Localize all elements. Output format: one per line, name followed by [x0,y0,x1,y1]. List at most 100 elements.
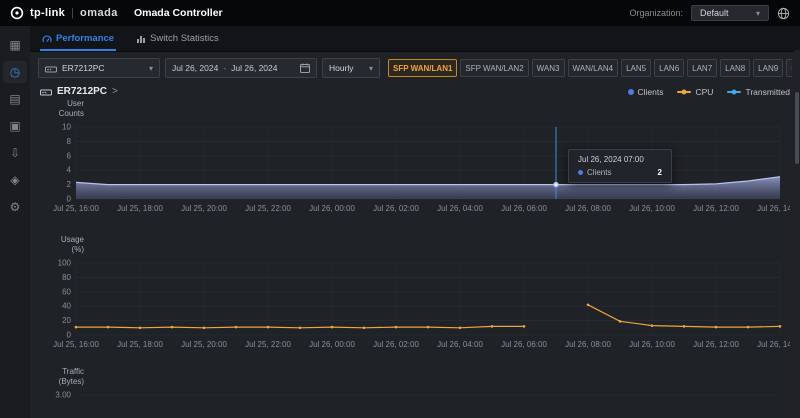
svg-text:Jul 26, 10:00: Jul 26, 10:00 [629,204,675,213]
performance-content: ER7212PC Jul 26, 2024 - Jul 26, 2024 [30,52,800,418]
date-from: Jul 26, 2024 [172,63,219,73]
user-counts-chart-section: User Counts Jul 25, 16:00 Jul 25, 18:00 Ju… [38,99,792,221]
filter-controls: ER7212PC Jul 26, 2024 - Jul 26, 2024 [38,58,792,78]
svg-text:Jul 26, 00:00: Jul 26, 00:00 [309,340,355,349]
svg-text:Jul 25, 18:00: Jul 25, 18:00 [117,204,163,213]
traffic-chart-section: Traffic (Bytes) 3.00 [38,367,792,418]
sites-icon: ▦ [9,38,21,52]
svg-text:80: 80 [62,273,71,282]
tab-performance[interactable]: Performance [40,26,117,51]
svg-text:Jul 25, 18:00: Jul 25, 18:00 [117,340,163,349]
app-title: Omada Controller [133,7,223,19]
port-button[interactable]: LAN5 [621,59,652,77]
insight-icon: ◈ [10,173,20,187]
svg-text:Jul 25, 20:00: Jul 25, 20:00 [181,204,227,213]
svg-text:Jul 26, 14:00: Jul 26, 14:00 [757,340,790,349]
date-range-picker[interactable]: Jul 26, 2024 - Jul 26, 2024 [165,58,317,78]
port-button[interactable]: LAN9 [753,59,784,77]
legend-item-cpu[interactable]: CPU [677,87,713,97]
router-icon [45,66,57,72]
brand-name: tp-link [30,7,66,19]
clients-marker-icon [627,88,634,95]
sidebar-item-clients[interactable]: ⇩ [3,142,27,164]
svg-text:Jul 26, 06:00: Jul 26, 06:00 [501,204,547,213]
svg-text:4: 4 [67,166,72,175]
interval-select[interactable]: Hourly [322,58,380,78]
svg-text:Jul 25, 16:00: Jul 25, 16:00 [53,204,99,213]
transmitted-marker-icon [727,90,742,93]
sidebar-item-devices[interactable]: ▣ [3,115,27,137]
sidebar-item-sites[interactable]: ▦ [3,34,27,56]
svg-text:6: 6 [67,151,72,160]
svg-text:8: 8 [67,137,72,146]
sidebar-item-settings[interactable]: ⚙ [3,196,27,218]
legend-label: Transmitted [745,86,790,97]
main-layout: ▦ ◷ ▤ ▣ ⇩ ◈ ⚙ Performance Switch Statist… [0,26,800,418]
organization-value: Default [700,8,729,18]
calendar-icon [300,63,310,73]
port-button[interactable]: LAN7 [687,59,718,77]
svg-text:Jul 26, 02:00: Jul 26, 02:00 [373,204,419,213]
date-separator: - [223,63,227,73]
user-counts-axis-title: User Counts [58,99,84,118]
router-icon [40,89,52,96]
organization-label: Organization: [629,8,683,18]
chevron-down-icon [756,8,760,18]
bar-chart-icon [137,35,146,43]
organization-select[interactable]: Default [691,5,769,21]
port-button[interactable]: LAN6 [654,59,685,77]
breadcrumb[interactable]: ER7212PC > [40,86,118,97]
port-button[interactable]: SFP WAN/LAN2 [460,59,529,77]
tab-switch-statistics[interactable]: Switch Statistics [134,26,221,51]
globe-icon[interactable] [777,7,790,20]
port-button[interactable]: LAN10 [786,59,792,77]
sidebar-item-insight[interactable]: ◈ [3,169,27,191]
svg-text:Jul 25, 22:00: Jul 25, 22:00 [245,340,291,349]
main-panel: Performance Switch Statistics ER7212PC ▾… [30,26,800,418]
breadcrumb-device: ER7212PC [57,86,108,97]
devices-icon: ▣ [9,119,21,133]
top-header: tp-link | omada Omada Controller Organiz… [0,0,800,26]
legend-item-clients[interactable]: Clients [627,87,663,97]
legend-item-transmitted[interactable]: Transmitted [727,87,790,97]
brand-separator: | [71,7,74,19]
port-button[interactable]: SFP WAN/LAN1 [388,59,458,77]
chart-subheader: ER7212PC > Clients CPU Transmitted [40,86,790,97]
traffic-chart[interactable]: 3.00 [38,389,790,418]
usage-chart[interactable]: Jul 25, 16:00 Jul 25, 18:00 Jul 25, 20:00 J… [38,257,790,357]
port-button[interactable]: LAN8 [720,59,751,77]
svg-text:Jul 26, 04:00: Jul 26, 04:00 [437,204,483,213]
svg-text:Jul 26, 12:00: Jul 26, 12:00 [693,204,739,213]
svg-text:10: 10 [62,123,71,132]
svg-text:20: 20 [62,316,71,325]
chart-legend: Clients CPU Transmitted [627,87,790,97]
scrollbar-thumb[interactable] [795,92,799,164]
svg-text:3.00: 3.00 [55,391,71,400]
port-button[interactable]: WAN3 [531,59,565,77]
omada-wordmark: omada [79,7,118,19]
chevron-down-icon [369,63,373,73]
sidebar-item-map[interactable]: ▤ [3,88,27,110]
settings-icon: ⚙ [9,200,21,214]
chevron-down-icon [149,63,153,73]
omada-controller-app: tp-link | omada Omada Controller Organiz… [0,0,800,418]
map-icon: ▤ [9,92,21,106]
svg-text:100: 100 [58,259,72,268]
svg-text:Jul 26, 12:00: Jul 26, 12:00 [693,340,739,349]
user-counts-chart[interactable]: Jul 25, 16:00 Jul 25, 18:00 Jul 25, 20:00 J… [38,121,790,221]
clients-icon: ⇩ [9,146,21,160]
device-select[interactable]: ER7212PC [38,58,160,78]
statistics-icon: ◷ [9,65,21,79]
vertical-scrollbar[interactable] [794,50,800,418]
svg-text:Jul 26, 04:00: Jul 26, 04:00 [437,340,483,349]
svg-text:Jul 26, 00:00: Jul 26, 00:00 [309,204,355,213]
sidebar-item-statistics[interactable]: ◷ [3,61,27,83]
svg-text:Jul 26, 14:00: Jul 26, 14:00 [757,204,790,213]
traffic-axis-title: Traffic (Bytes) [58,367,84,386]
svg-text:40: 40 [62,302,71,311]
usage-chart-section: Usage (%) Jul 25, 16:00 Jul 25, 18:00 Jul … [38,235,792,357]
port-button[interactable]: WAN/LAN4 [567,59,619,77]
interval-select-value: Hourly [329,63,354,73]
gauge-icon [42,34,52,42]
svg-text:Jul 26, 02:00: Jul 26, 02:00 [373,340,419,349]
